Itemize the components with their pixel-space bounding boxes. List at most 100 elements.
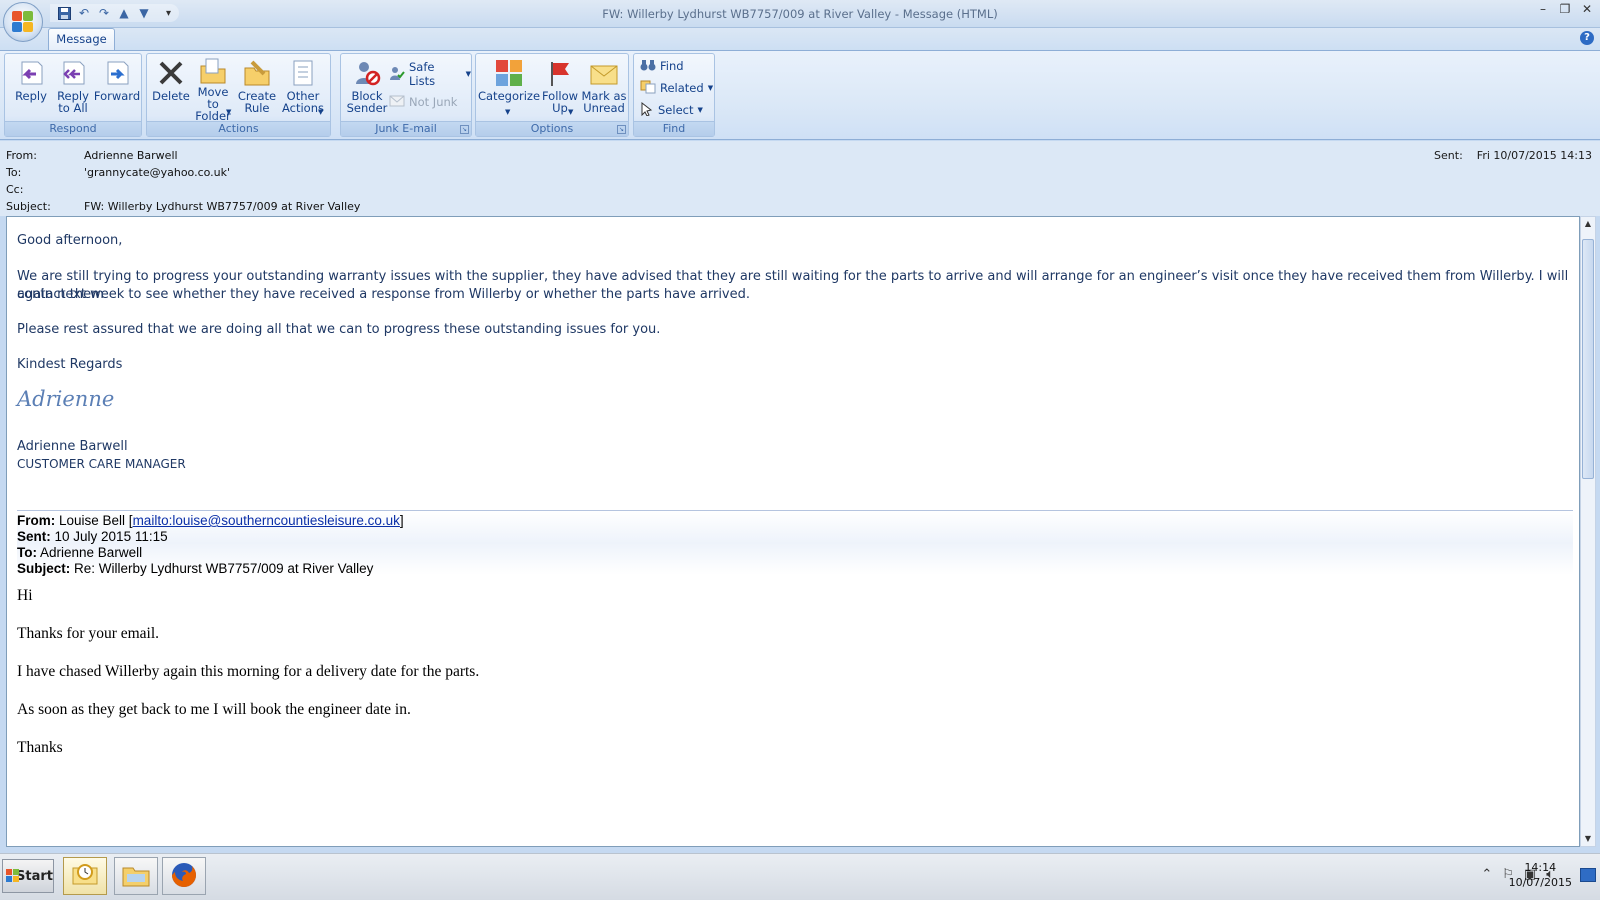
junk-email-group-label: Junk E-mail xyxy=(341,121,471,136)
follow-up-caret-icon: ▼ xyxy=(568,108,574,116)
scroll-thumb[interactable] xyxy=(1582,239,1594,479)
firefox-icon xyxy=(169,860,199,893)
fwd-line-book: As soon as they get back to me I will bo… xyxy=(17,701,411,718)
save-icon[interactable] xyxy=(56,5,72,21)
cc-label: Cc: xyxy=(6,183,24,196)
binoculars-icon xyxy=(640,58,656,75)
related-caret-icon: ▼ xyxy=(707,84,714,92)
find-group-label: Find xyxy=(634,121,714,136)
options-group-label: Options xyxy=(476,121,628,136)
move-to-folder-button[interactable]: Move to Folder ▼ xyxy=(191,56,235,122)
reply-icon xyxy=(15,56,47,90)
previous-item-icon[interactable]: ▲ xyxy=(116,5,132,21)
from-label: From: xyxy=(6,149,37,162)
taskbar-outlook[interactable] xyxy=(63,857,107,895)
customize-qat-icon[interactable]: ▾ xyxy=(166,8,171,19)
follow-up-button[interactable]: Follow Up ▼ xyxy=(540,56,580,120)
junk-email-group: Block Sender Safe Lists ▼ Not Junk Junk … xyxy=(340,53,472,137)
create-rule-icon xyxy=(241,56,273,90)
options-group: Categorize ▼ Follow Up ▼ Mark as Unread … xyxy=(475,53,629,137)
delete-button[interactable]: Delete xyxy=(151,56,191,120)
office-button[interactable] xyxy=(3,2,43,42)
actions-group: Delete Move to Folder ▼ Create Rule Othe… xyxy=(146,53,331,137)
find-group: Find Related ▼ Select ▼ Find xyxy=(633,53,715,137)
reply-all-icon xyxy=(57,56,89,90)
not-junk-button[interactable]: Not Junk xyxy=(389,92,457,112)
help-icon[interactable]: ? xyxy=(1580,31,1594,45)
fwd-email-link[interactable]: mailto:louise@southerncountiesleisure.co… xyxy=(133,513,400,528)
other-actions-caret-icon: ▼ xyxy=(318,108,324,116)
quick-access-toolbar: ↶ ↷ ▲ ▼ ▾ xyxy=(50,4,180,22)
actions-group-label: Actions xyxy=(147,121,330,136)
fwd-greeting: Hi xyxy=(17,587,33,604)
other-actions-button[interactable]: Other Actions ▼ xyxy=(279,56,327,120)
to-label: To: xyxy=(6,166,22,179)
taskbar-clock[interactable]: 14:14 10/07/2015 xyxy=(1509,860,1572,890)
clock-date: 10/07/2015 xyxy=(1508,876,1572,889)
categorize-button[interactable]: Categorize ▼ xyxy=(478,56,540,120)
body-paragraph-2: Please rest assured that we are doing al… xyxy=(17,322,661,337)
taskbar-firefox[interactable] xyxy=(162,857,206,895)
move-to-folder-caret-icon: ▼ xyxy=(226,108,232,116)
signature-title: CUSTOMER CARE MANAGER xyxy=(17,457,186,471)
handwritten-signature: Adrienne xyxy=(17,387,115,411)
body-paragraph-1-line-2: again next week to see whether they have… xyxy=(17,287,751,302)
show-desktop-button[interactable] xyxy=(1580,868,1596,882)
tab-message[interactable]: Message xyxy=(48,28,115,50)
junk-email-options-launcher-icon[interactable]: ↘ xyxy=(460,125,469,134)
ribbon: Reply Reply to All Forward Respond Delet… xyxy=(0,50,1600,140)
block-sender-icon xyxy=(351,56,383,90)
flag-icon xyxy=(544,56,576,90)
outlook-icon xyxy=(70,862,100,891)
subject-label: Subject: xyxy=(6,200,51,213)
select-button[interactable]: Select ▼ xyxy=(640,100,703,120)
redo-icon[interactable]: ↷ xyxy=(96,5,112,21)
windows-logo-icon xyxy=(6,869,19,883)
clock-time: 14:14 xyxy=(1524,861,1557,874)
block-sender-button[interactable]: Block Sender xyxy=(345,56,389,120)
forward-icon xyxy=(101,56,133,90)
folder-icon xyxy=(121,862,151,891)
options-launcher-icon[interactable]: ↘ xyxy=(617,125,626,134)
scroll-down-icon[interactable]: ▼ xyxy=(1583,834,1593,844)
forward-button[interactable]: Forward xyxy=(93,56,141,120)
fwd-line-thanks-email: Thanks for your email. xyxy=(17,625,160,642)
safe-lists-icon xyxy=(389,65,405,84)
fwd-line-chased: I have chased Willerby again this mornin… xyxy=(17,663,480,680)
message-body[interactable]: Good afternoon, We are still trying to p… xyxy=(6,216,1580,847)
fwd-to-row: To: Adrienne Barwell xyxy=(17,545,143,560)
minimize-button[interactable]: – xyxy=(1536,2,1550,16)
title-bar: ↶ ↷ ▲ ▼ ▾ FW: Willerby Lydhurst WB7757/0… xyxy=(0,0,1600,28)
subject-value: FW: Willerby Lydhurst WB7757/009 at Rive… xyxy=(84,200,361,213)
safe-lists-button[interactable]: Safe Lists ▼ xyxy=(389,60,471,88)
other-actions-icon xyxy=(287,56,319,90)
scroll-up-icon[interactable]: ▲ xyxy=(1583,219,1593,229)
cursor-icon xyxy=(640,101,654,119)
mark-as-unread-button[interactable]: Mark as Unread xyxy=(580,56,628,120)
create-rule-button[interactable]: Create Rule xyxy=(237,56,277,120)
respond-group: Reply Reply to All Forward Respond xyxy=(4,53,142,137)
office-logo-icon xyxy=(12,11,34,33)
from-value[interactable]: Adrienne Barwell xyxy=(84,149,178,162)
reply-button[interactable]: Reply xyxy=(11,56,51,120)
start-button[interactable]: Start xyxy=(2,859,54,893)
signature-name: Adrienne Barwell xyxy=(17,439,128,454)
vertical-scrollbar[interactable]: ▲ ▼ xyxy=(1580,216,1596,847)
fwd-subject-row: Subject: Re: Willerby Lydhurst WB7757/00… xyxy=(17,561,374,576)
taskbar: Start ⌃ ⚐ ▣ 🔈︎ 14:14 10/07/2015 xyxy=(0,853,1600,900)
taskbar-file-explorer[interactable] xyxy=(114,857,158,895)
fwd-line-thanks: Thanks xyxy=(17,739,63,756)
window-controls: – ❐ ✕ xyxy=(1536,2,1594,16)
not-junk-icon xyxy=(389,93,405,112)
close-button[interactable]: ✕ xyxy=(1580,2,1594,16)
undo-icon[interactable]: ↶ xyxy=(76,5,92,21)
show-hidden-icons-icon[interactable]: ⌃ xyxy=(1481,867,1492,882)
find-button[interactable]: Find xyxy=(640,56,684,76)
categorize-caret-icon: ▼ xyxy=(505,108,511,116)
related-icon xyxy=(640,80,656,97)
restore-button[interactable]: ❐ xyxy=(1558,2,1572,16)
next-item-icon[interactable]: ▼ xyxy=(136,5,152,21)
related-button[interactable]: Related ▼ xyxy=(640,78,713,98)
reply-all-button[interactable]: Reply to All xyxy=(53,56,93,120)
to-value[interactable]: 'grannycate@yahoo.co.uk' xyxy=(84,166,230,179)
